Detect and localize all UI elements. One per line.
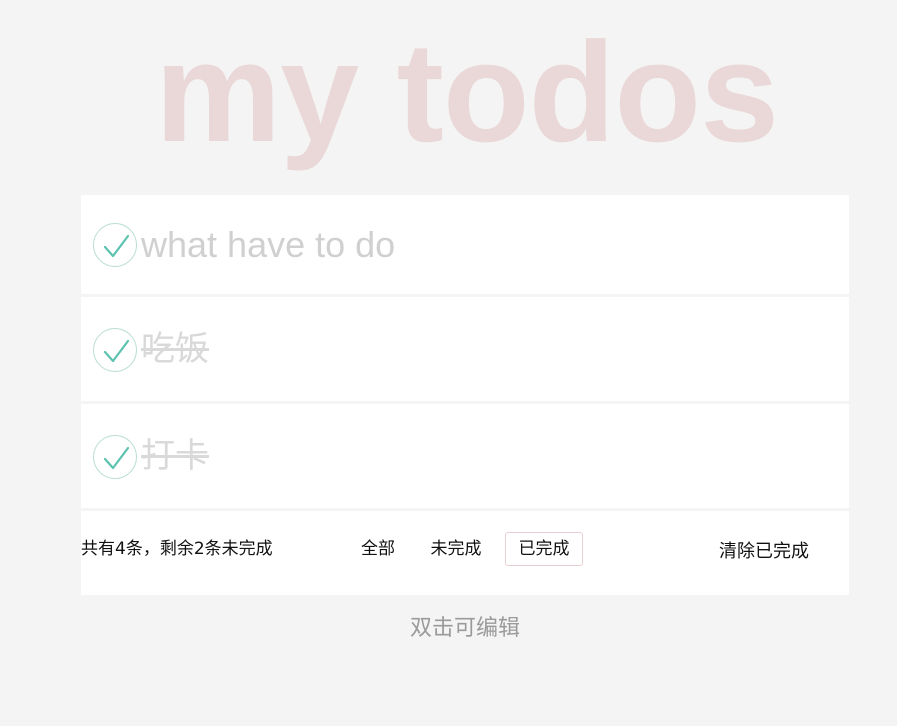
todo-card: 吃饭 打卡 共有4条，剩余2条未完成 全部 未完成 已完成 清除已完成 (81, 195, 849, 595)
new-todo-row (81, 195, 849, 294)
edit-hint: 双击可编辑 (409, 616, 520, 641)
check-icon (103, 234, 130, 258)
new-todo-input[interactable] (141, 221, 821, 269)
filter-all-button[interactable]: 全部 (351, 532, 405, 566)
clear-completed-button[interactable]: 清除已完成 (719, 540, 809, 564)
toggle-all-checkbox[interactable] (93, 223, 137, 267)
check-icon (103, 339, 130, 363)
app-title: my todos (154, 13, 779, 172)
todo-label[interactable]: 打卡 (141, 436, 209, 476)
todo-label[interactable]: 吃饭 (141, 329, 209, 369)
filter-completed-button[interactable]: 已完成 (505, 532, 583, 566)
todo-item[interactable]: 吃饭 (81, 297, 849, 401)
filter-active-button[interactable]: 未完成 (421, 532, 491, 566)
todo-item[interactable]: 打卡 (81, 404, 849, 508)
todo-toggle-checkbox[interactable] (93, 435, 137, 479)
todo-toggle-checkbox[interactable] (93, 328, 137, 372)
todo-count: 共有4条，剩余2条未完成 (81, 539, 273, 559)
todo-footer: 共有4条，剩余2条未完成 全部 未完成 已完成 清除已完成 (81, 511, 849, 595)
check-icon (103, 446, 130, 470)
